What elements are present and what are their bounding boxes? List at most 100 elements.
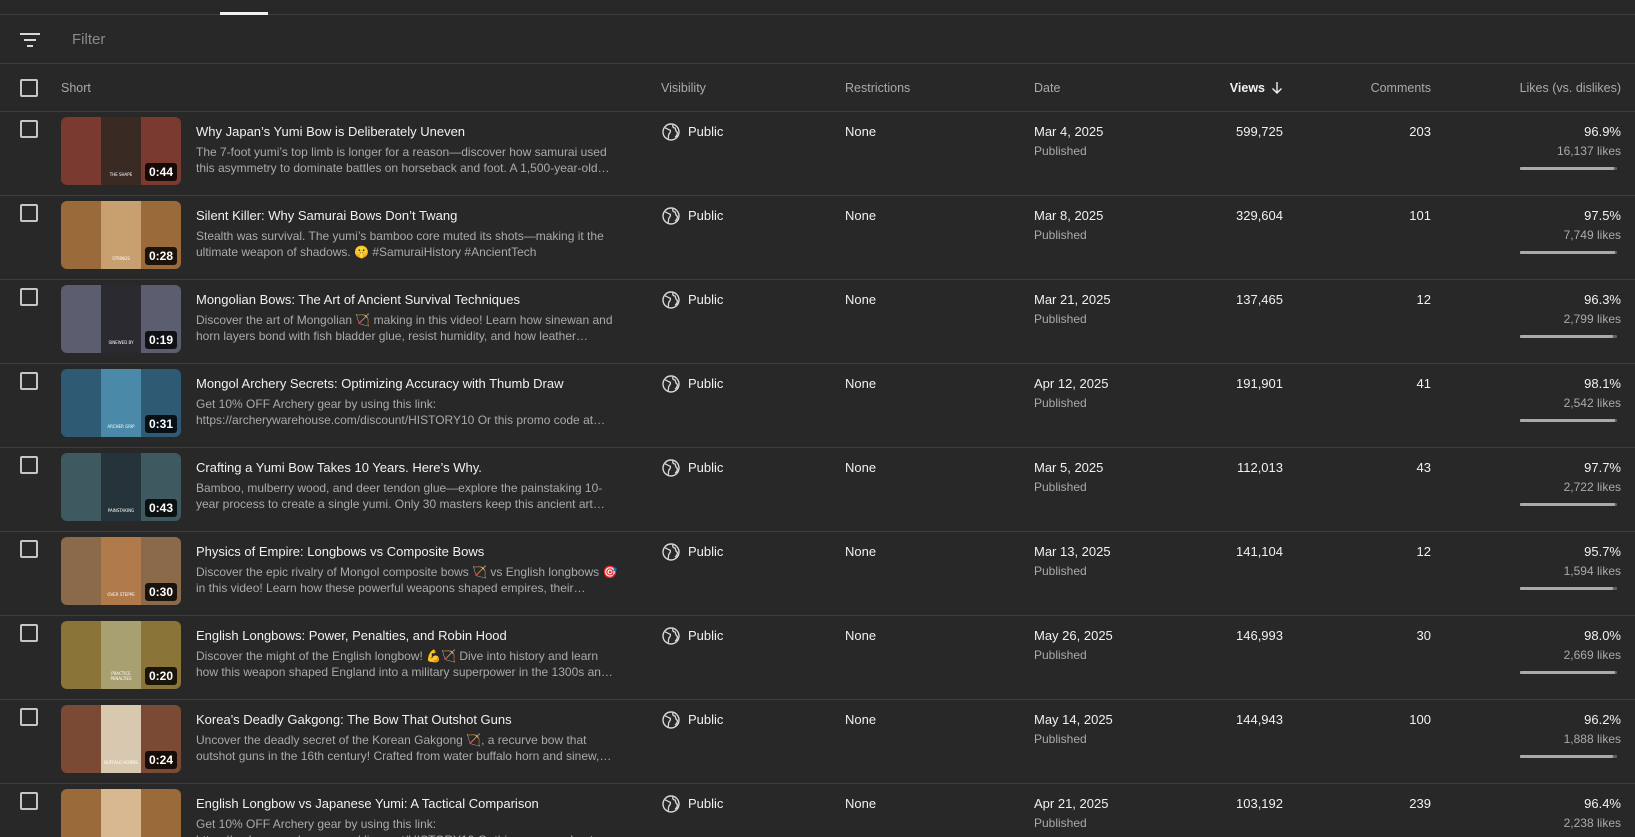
video-title[interactable]: Korea's Deadly Gakgong: The Bow That Out… [196, 712, 512, 727]
video-thumbnail[interactable]: OVER STEPPE 0:30 [61, 537, 181, 605]
column-header-comments[interactable]: Comments [1371, 64, 1431, 112]
duration-badge: 0:28 [144, 247, 177, 265]
video-description: Discover the art of Mongolian 🏹 making i… [196, 313, 613, 343]
views-value: 112,013 [1236, 460, 1283, 475]
visibility-label[interactable]: Public [688, 712, 723, 727]
video-thumbnail[interactable]: THE SHAPE 0:44 [61, 117, 181, 185]
video-description: Get 10% OFF Archery gear by using this l… [196, 817, 605, 837]
restrictions-value: None [845, 796, 877, 811]
column-header-views-label: Views [1229, 81, 1265, 95]
video-thumbnail[interactable]: PRACTICE PENALTIES 0:20 [61, 621, 181, 689]
column-header-likes[interactable]: Likes (vs. dislikes) [1520, 64, 1621, 112]
globe-icon[interactable] [661, 542, 681, 567]
column-header-views[interactable]: Views [1230, 64, 1283, 112]
visibility-label[interactable]: Public [688, 124, 723, 139]
views-value: 146,993 [1236, 628, 1283, 643]
table-row[interactable]: SINEWED BY 0:19 Mongolian Bows: The Art … [0, 280, 1635, 364]
visibility-label[interactable]: Public [688, 292, 723, 307]
thumbnail-blur-left [61, 117, 101, 185]
video-thumbnail[interactable]: STRINGS 0:28 [61, 201, 181, 269]
likes-ratio-fill [1520, 251, 1615, 254]
video-title[interactable]: English Longbow vs Japanese Yumi: A Tact… [196, 796, 539, 811]
video-title[interactable]: Crafting a Yumi Bow Takes 10 Years. Here… [196, 460, 482, 475]
row-checkbox[interactable] [20, 204, 38, 222]
video-thumbnail[interactable] [61, 789, 181, 837]
table-row[interactable]: PAINSTAKING 0:43 Crafting a Yumi Bow Tak… [0, 448, 1635, 532]
comments-value: 239 [1409, 796, 1431, 811]
globe-icon[interactable] [661, 122, 681, 147]
comments-value: 30 [1416, 628, 1431, 643]
visibility-label[interactable]: Public [688, 544, 723, 559]
row-checkbox[interactable] [20, 624, 38, 642]
video-thumbnail[interactable]: ARCHER GRIP 0:31 [61, 369, 181, 437]
likes-percentage: 96.9% [1584, 124, 1621, 139]
likes-count: 7,749 likes [1563, 228, 1621, 242]
column-header-date[interactable]: Date [1034, 64, 1060, 112]
video-title[interactable]: Mongolian Bows: The Art of Ancient Survi… [196, 292, 520, 307]
views-value: 103,192 [1236, 796, 1283, 811]
likes-percentage: 98.0% [1584, 628, 1621, 643]
row-checkbox[interactable] [20, 120, 38, 138]
publish-status: Published [1034, 648, 1087, 662]
column-header-visibility[interactable]: Visibility [661, 64, 706, 112]
thumbnail-blur-right [141, 789, 181, 837]
table-row[interactable]: PRACTICE PENALTIES 0:20 English Longbows… [0, 616, 1635, 700]
likes-percentage: 98.1% [1584, 376, 1621, 391]
filter-bar [0, 16, 1635, 64]
thumbnail-blur-left [61, 537, 101, 605]
row-checkbox[interactable] [20, 708, 38, 726]
video-title[interactable]: Why Japan’s Yumi Bow is Deliberately Une… [196, 124, 465, 139]
date-value: Mar 13, 2025 [1034, 544, 1111, 559]
video-description: The 7-foot yumi’s top limb is longer for… [196, 145, 610, 175]
column-header-restrictions[interactable]: Restrictions [845, 64, 910, 112]
filter-input[interactable] [72, 31, 572, 48]
row-checkbox[interactable] [20, 540, 38, 558]
column-header-short[interactable]: Short [61, 64, 91, 112]
table-row[interactable]: THE SHAPE 0:44 Why Japan’s Yumi Bow is D… [0, 112, 1635, 196]
thumbnail-caption: SINEWED BY [108, 340, 134, 345]
filter-icon[interactable] [15, 25, 45, 55]
table-row[interactable]: English Longbow vs Japanese Yumi: A Tact… [0, 784, 1635, 837]
globe-icon[interactable] [661, 290, 681, 315]
globe-icon[interactable] [661, 794, 681, 819]
visibility-label[interactable]: Public [688, 460, 723, 475]
video-title[interactable]: Physics of Empire: Longbows vs Composite… [196, 544, 484, 559]
duration-badge: 0:20 [144, 667, 177, 685]
comments-value: 12 [1416, 292, 1431, 307]
select-all-checkbox[interactable] [20, 79, 38, 97]
restrictions-value: None [845, 208, 877, 223]
visibility-label[interactable]: Public [688, 628, 723, 643]
video-title[interactable]: Silent Killer: Why Samurai Bows Don’t Tw… [196, 208, 457, 223]
duration-badge: 0:31 [144, 415, 177, 433]
globe-icon[interactable] [661, 206, 681, 231]
table-row[interactable]: STRINGS 0:28 Silent Killer: Why Samurai … [0, 196, 1635, 280]
video-description: Discover the might of the English longbo… [196, 649, 613, 679]
thumbnail-blur-left [61, 285, 101, 353]
globe-icon[interactable] [661, 458, 681, 483]
visibility-label[interactable]: Public [688, 796, 723, 811]
table-row[interactable]: OVER STEPPE 0:30 Physics of Empire: Long… [0, 532, 1635, 616]
duration-badge: 0:44 [144, 163, 177, 181]
comments-value: 41 [1416, 376, 1431, 391]
likes-ratio-fill [1520, 335, 1614, 338]
row-checkbox[interactable] [20, 792, 38, 810]
globe-icon[interactable] [661, 626, 681, 651]
sort-descending-arrow-icon [1272, 82, 1282, 94]
row-checkbox[interactable] [20, 372, 38, 390]
video-thumbnail[interactable]: BUFFALO HORNS 0:24 [61, 705, 181, 773]
table-row[interactable]: ARCHER GRIP 0:31 Mongol Archery Secrets:… [0, 364, 1635, 448]
row-checkbox[interactable] [20, 288, 38, 306]
row-checkbox[interactable] [20, 456, 38, 474]
video-thumbnail[interactable]: SINEWED BY 0:19 [61, 285, 181, 353]
visibility-label[interactable]: Public [688, 208, 723, 223]
video-title[interactable]: English Longbows: Power, Penalties, and … [196, 628, 507, 643]
video-title[interactable]: Mongol Archery Secrets: Optimizing Accur… [196, 376, 564, 391]
globe-icon[interactable] [661, 374, 681, 399]
globe-icon[interactable] [661, 710, 681, 735]
likes-ratio-fill [1520, 671, 1616, 674]
likes-ratio-bar [1520, 587, 1617, 590]
visibility-label[interactable]: Public [688, 376, 723, 391]
table-row[interactable]: BUFFALO HORNS 0:24 Korea's Deadly Gakgon… [0, 700, 1635, 784]
video-thumbnail[interactable]: PAINSTAKING 0:43 [61, 453, 181, 521]
video-description: Get 10% OFF Archery gear by using this l… [196, 397, 606, 427]
